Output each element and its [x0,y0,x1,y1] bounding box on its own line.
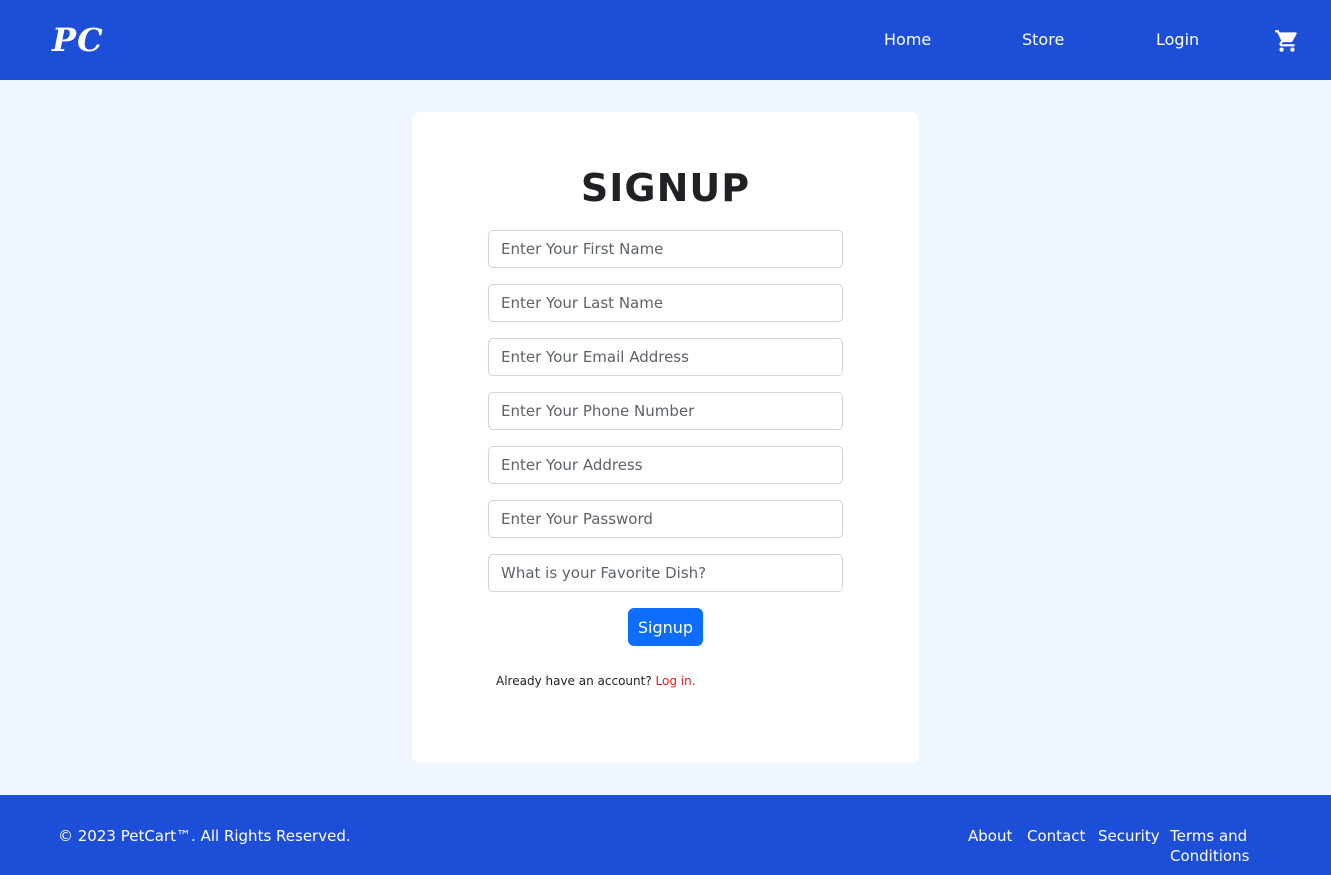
address-field[interactable] [488,446,843,484]
first-name-field[interactable] [488,230,843,268]
favorite-dish-field[interactable] [488,554,843,592]
phone-field[interactable] [488,392,843,430]
nav-login[interactable]: Login [1156,28,1199,52]
nav-home[interactable]: Home [884,28,931,52]
login-prompt-text: Already have an account? [496,674,652,688]
login-link[interactable]: Log in. [656,674,696,688]
last-name-field[interactable] [488,284,843,322]
navbar: PC Home Store Login [0,0,1331,80]
footer-link-contact[interactable]: Contact [1027,826,1085,846]
nav-store[interactable]: Store [1022,28,1064,52]
password-field[interactable] [488,500,843,538]
signup-button[interactable]: Signup [628,608,703,646]
footer-link-about[interactable]: About [968,826,1012,846]
footer-link-security[interactable]: Security [1098,826,1160,846]
logo[interactable]: PC [52,18,104,62]
email-field[interactable] [488,338,843,376]
login-prompt: Already have an account? Log in. [496,672,696,690]
shopping-cart-icon[interactable] [1274,28,1300,54]
footer-link-terms[interactable]: Terms and Conditions [1170,826,1331,866]
copyright-text: © 2023 PetCart™. All Rights Reserved. [58,827,351,845]
page-title: SIGNUP [580,166,751,210]
